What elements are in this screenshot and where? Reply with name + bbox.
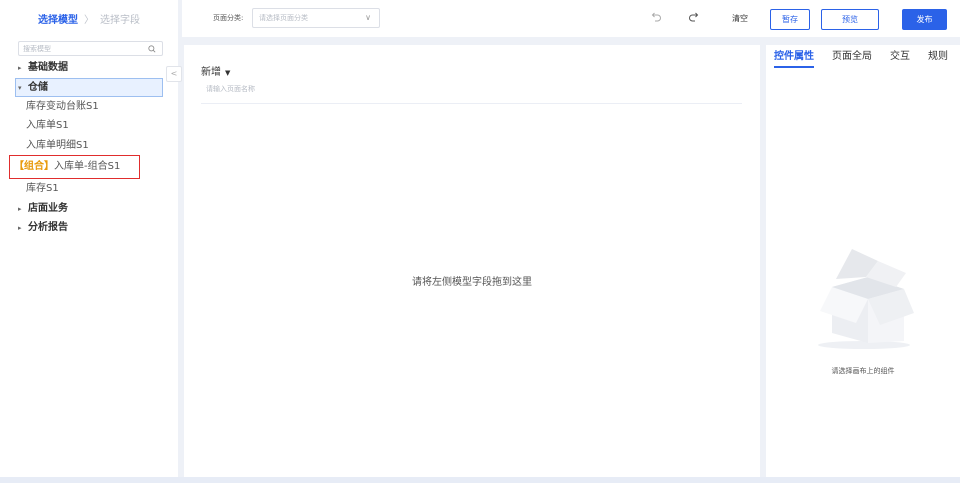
step-select-model[interactable]: 选择模型 xyxy=(38,11,78,26)
empty-box-icon xyxy=(818,249,914,349)
property-tabs: 控件属性 页面全局 交互 规则 xyxy=(774,50,960,72)
design-canvas[interactable]: 新增▼ 请将左侧模型字段拖到这里 xyxy=(184,45,760,477)
caret-down-icon: ▼ xyxy=(225,69,231,77)
chevron-down-icon: ∨ xyxy=(365,13,371,22)
properties-panel: 控件属性 页面全局 交互 规则 请选择画布上的组件 xyxy=(766,45,960,477)
model-tree: ▸ 基础数据 ▾ 仓储 库存变动台账S1 入库单S1 入库单明细S1 【组合】入库单… xyxy=(0,58,178,238)
save-draft-button[interactable]: 暂存 xyxy=(770,9,810,30)
tab-interaction[interactable]: 交互 xyxy=(890,50,910,70)
collapse-panel-button[interactable]: < xyxy=(166,66,182,82)
publish-button[interactable]: 发布 xyxy=(902,9,947,30)
tree-leaf-inbound-combo[interactable]: 【组合】入库单-组合S1 xyxy=(9,155,140,179)
caret-right-icon: ▸ xyxy=(18,64,22,72)
step-select-field[interactable]: 选择字段 xyxy=(100,11,140,26)
tree-node-warehouse[interactable]: ▾ 仓储 xyxy=(15,77,163,97)
search-icon[interactable] xyxy=(148,45,156,53)
canvas-title[interactable]: 新增 ▼ xyxy=(201,63,230,78)
tree-leaf-inbound-detail[interactable]: 入库单明细S1 xyxy=(0,136,178,156)
step-indicator: 选择模型 〉 选择字段 xyxy=(0,0,178,37)
divider xyxy=(201,103,742,104)
search-input[interactable] xyxy=(19,42,139,55)
page-category-select[interactable]: 请选择页面分类 ∨ xyxy=(252,8,380,28)
combo-tag: 【组合】 xyxy=(14,161,54,172)
model-panel: 选择模型 〉 选择字段 ▸基础数据 ▾仓储 库存变动台账S1 入库单S1 入库单… xyxy=(0,0,178,477)
tree-node-store[interactable]: ▸ 店面业务 xyxy=(0,199,178,219)
model-search xyxy=(18,41,163,56)
tree-node-report[interactable]: ▸ 分析报告 xyxy=(0,218,178,238)
preview-button[interactable]: 预览 xyxy=(821,9,879,30)
caret-down-icon: ▾ xyxy=(18,83,22,92)
clear-button[interactable]: 清空 xyxy=(732,13,748,24)
caret-right-icon: ▸ xyxy=(18,204,22,213)
tree-leaf-stock-ledger[interactable]: 库存变动台账S1 xyxy=(0,97,178,117)
page-name-input[interactable] xyxy=(206,85,486,93)
redo-icon[interactable] xyxy=(687,11,701,25)
tree-leaf-stock[interactable]: 库存S1 xyxy=(0,179,178,199)
tree-leaf-inbound[interactable]: 入库单S1 xyxy=(0,116,178,136)
empty-state-text: 请选择画布上的组件 xyxy=(831,367,895,375)
undo-icon[interactable] xyxy=(649,11,663,25)
tab-page-global[interactable]: 页面全局 xyxy=(832,50,872,70)
tab-control-properties[interactable]: 控件属性 xyxy=(774,50,814,70)
drop-hint: 请将左侧模型字段拖到这里 xyxy=(412,277,532,288)
tab-rules[interactable]: 规则 xyxy=(928,50,948,70)
bottom-bar xyxy=(0,477,960,483)
step-separator: 〉 xyxy=(84,15,94,26)
toolbar: 页面分类: 请选择页面分类 ∨ 清空 暂存 预览 发布 xyxy=(182,0,960,37)
page-category-label: 页面分类: xyxy=(213,14,244,22)
caret-right-icon: ▸ xyxy=(18,224,22,232)
tree-node-base[interactable]: ▸ 基础数据 xyxy=(0,58,178,78)
